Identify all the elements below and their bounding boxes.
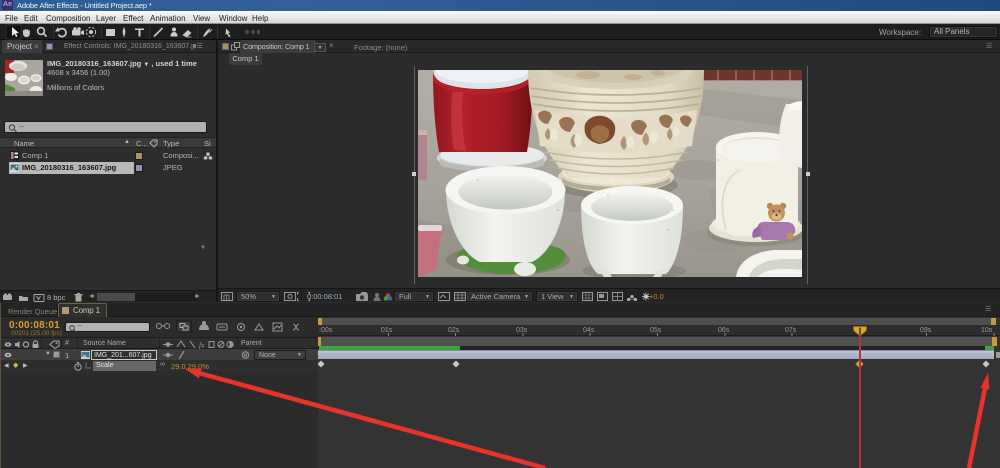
svg-text:04s: 04s <box>583 327 595 334</box>
svg-text:05s: 05s <box>650 327 662 334</box>
svg-text:06s: 06s <box>718 327 730 334</box>
svg-text:fx: fx <box>199 340 205 349</box>
svg-text:09s: 09s <box>920 327 932 334</box>
svg-text:10s: 10s <box>981 327 993 334</box>
svg-text:02s: 02s <box>448 327 460 334</box>
svg-text::00s: :00s <box>319 327 333 334</box>
svg-text:03s: 03s <box>516 327 528 334</box>
svg-text:01s: 01s <box>381 327 393 334</box>
svg-text:07s: 07s <box>785 327 797 334</box>
